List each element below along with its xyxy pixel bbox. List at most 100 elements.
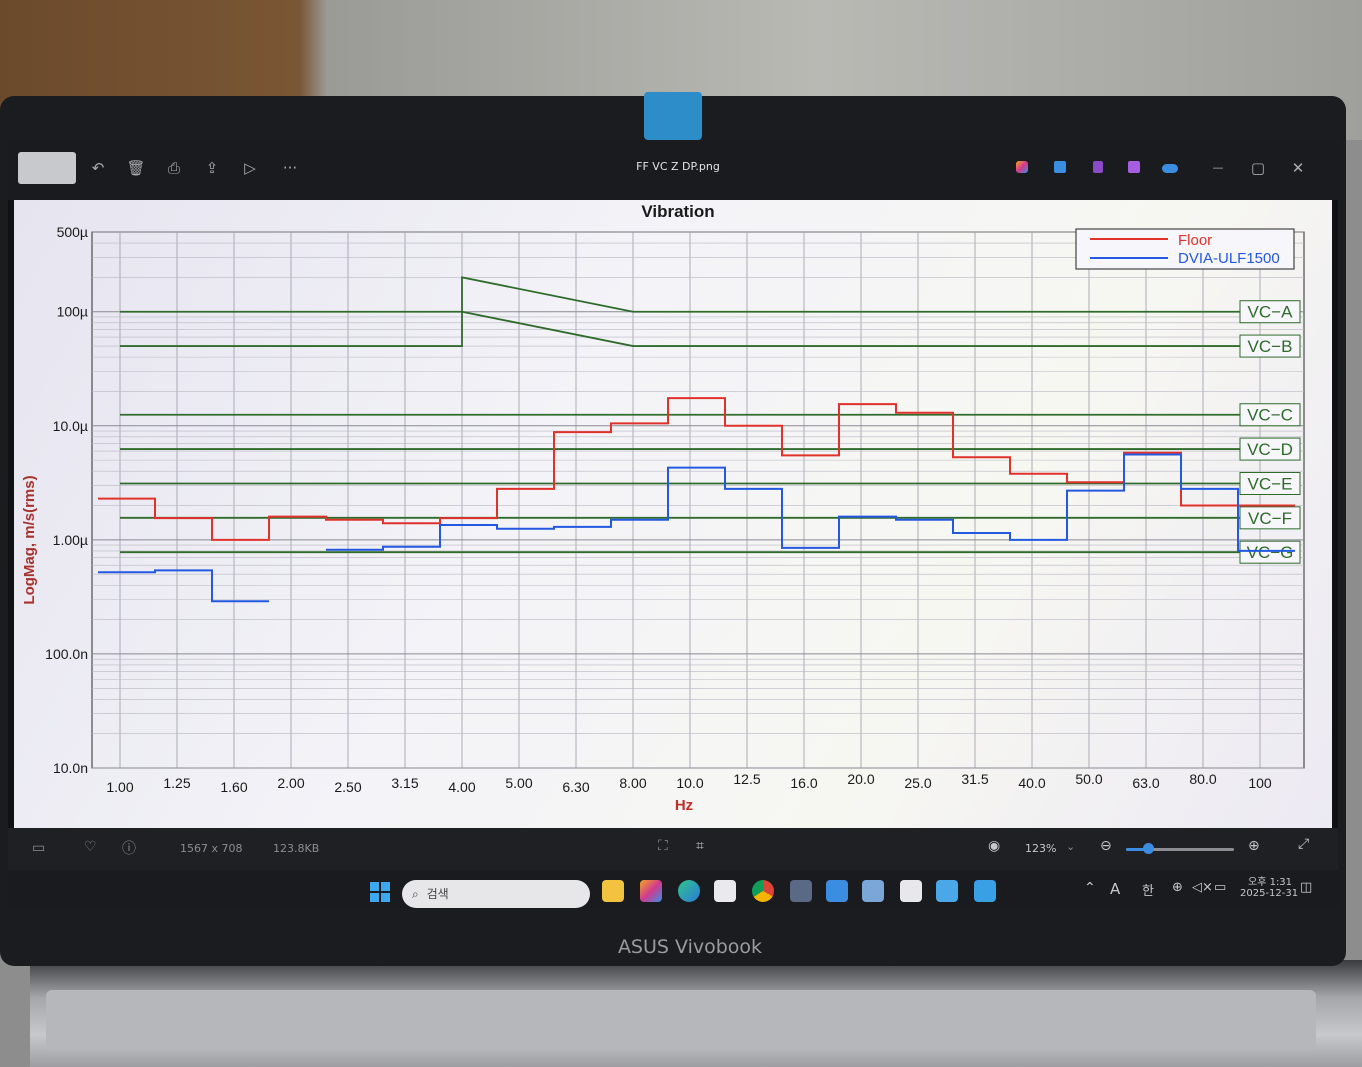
x-tick-label: 1.60	[220, 779, 247, 795]
x-axis-label: Hz	[675, 797, 693, 814]
x-tick-label: 31.5	[961, 771, 988, 787]
close-icon[interactable]: ✕	[1288, 158, 1308, 178]
vc-label: VC−B	[1248, 337, 1293, 356]
vc-label: VC−F	[1248, 509, 1292, 528]
x-tick-label: 5.00	[505, 775, 532, 791]
image-viewer[interactable]: Vibration VC−A VC−B VC−C VC−D VC−E VC−F VC−G 1…	[14, 200, 1332, 828]
maximize-icon[interactable]: ▢	[1248, 158, 1268, 178]
vc-label: VC−E	[1248, 474, 1293, 493]
copilot-icon[interactable]	[1012, 158, 1032, 178]
fit-to-window-icon[interactable]: ⛶	[658, 838, 668, 854]
x-tick-label: 12.5	[733, 771, 760, 787]
copilot-app-icon[interactable]	[640, 880, 662, 902]
more-icon[interactable]: ···	[280, 158, 300, 178]
zoom-slider-knob[interactable]	[1142, 843, 1154, 854]
thumbnail-icon[interactable]	[18, 152, 76, 184]
zoom-in-icon[interactable]: ⊕	[1248, 838, 1260, 854]
snipping-icon[interactable]	[862, 880, 884, 902]
slideshow-icon[interactable]: ▷	[240, 158, 260, 178]
x-tick-label: 3.15	[391, 775, 418, 791]
y-tick-label: 500µ	[57, 224, 88, 240]
x-tick-label: 80.0	[1189, 771, 1216, 787]
edge-icon[interactable]	[678, 880, 700, 902]
ime-mode[interactable]: A	[1110, 880, 1120, 898]
notification-icon[interactable]: ◫	[1300, 880, 1312, 895]
x-tick-label: 16.0	[790, 775, 817, 791]
chrome-icon[interactable]	[752, 880, 774, 902]
series-line-dvia	[98, 569, 269, 603]
x-axis-ticks: 1.00 1.25 1.60 2.00 2.50 3.15 4.00 5.00 6.30 8.00…	[106, 771, 1272, 795]
laptop-keyboard-edge	[46, 990, 1316, 1050]
minimize-icon[interactable]: —	[1208, 158, 1228, 178]
y-tick-label: 10.0µ	[53, 418, 88, 434]
filmstrip-icon[interactable]: ▭	[32, 840, 45, 856]
tray-chevron-icon[interactable]: ⌃	[1084, 880, 1096, 896]
vc-label: VC−C	[1247, 406, 1293, 425]
search-placeholder: 검색	[426, 887, 449, 901]
battery-icon[interactable]: ▭	[1214, 880, 1226, 895]
x-tick-label: 50.0	[1075, 771, 1102, 787]
y-tick-label: 1.00µ	[53, 532, 88, 548]
x-tick-label: 1.00	[106, 779, 133, 795]
network-icon[interactable]: ⊕	[1172, 880, 1183, 895]
start-icon[interactable]	[370, 882, 390, 902]
chart-series	[98, 397, 1295, 603]
favorite-icon[interactable]: ♡	[84, 839, 97, 855]
share-icon[interactable]: ⇪	[202, 158, 222, 178]
photos-icon[interactable]	[936, 880, 958, 902]
undo-icon[interactable]: ↶	[88, 158, 108, 178]
clock-time[interactable]: 오후 1:31	[1248, 873, 1292, 888]
screen: ↶ 🗑 ⎙ ⇪ ▷ ··· FF VC Z DP.png — ▢ ✕ Vibra…	[8, 140, 1338, 910]
ime-language[interactable]: 한	[1142, 880, 1154, 899]
title-bar: ↶ 🗑 ⎙ ⇪ ▷ ··· FF VC Z DP.png — ▢ ✕	[8, 140, 1338, 200]
info-icon[interactable]: ⓘ	[122, 838, 136, 858]
webcam-cover	[644, 92, 702, 140]
vc-label: VC−A	[1248, 303, 1294, 322]
laptop-brand: ASUS Vivobook	[617, 936, 763, 958]
vc-criteria-lines: VC−A VC−B VC−C VC−D VC−E VC−F VC−G	[120, 276, 1301, 564]
edit-icon[interactable]	[1050, 158, 1070, 178]
taskbar-search[interactable]: ⌕ 검색	[402, 880, 590, 908]
file-size: 123.8KB	[273, 842, 320, 855]
chart-legend: Floor DVIA-ULF1500	[1075, 228, 1295, 270]
clock-date[interactable]: 2025-12-31	[1240, 888, 1298, 899]
y-axis-ticks: 10.0n 100.0n 1.00µ 10.0µ 100µ 500µ	[45, 224, 88, 776]
vc-label: VC−D	[1247, 440, 1293, 459]
x-tick-label: 25.0	[904, 775, 931, 791]
zoom-out-icon[interactable]: ⊖	[1100, 838, 1112, 854]
photos-active-icon[interactable]	[974, 880, 996, 902]
measure-app-icon[interactable]	[900, 880, 922, 902]
window-title: FF VC Z DP.png	[636, 160, 720, 173]
clipchamp-icon[interactable]	[1124, 158, 1144, 178]
x-tick-label: 1.25	[163, 775, 190, 791]
print-icon[interactable]: ⎙	[164, 158, 184, 178]
x-tick-label: 10.0	[676, 775, 703, 791]
y-tick-label: 10.0n	[53, 760, 88, 776]
file-explorer-icon[interactable]	[602, 880, 624, 902]
x-tick-label: 2.50	[334, 779, 361, 795]
taskbar: ⌕ 검색 ⌃ A 한 ⊕ ◁× ▭ 오후 1:31 2025-12-31 ◫	[8, 870, 1338, 910]
delete-icon[interactable]: 🗑	[126, 158, 146, 178]
x-tick-label: 8.00	[619, 775, 646, 791]
chart-title: Vibration	[641, 202, 714, 221]
onedrive-icon[interactable]	[1160, 158, 1180, 178]
screenshot-icon[interactable]: ◉	[988, 838, 1000, 854]
volume-icon[interactable]: ◁×	[1192, 880, 1213, 895]
fullscreen-icon[interactable]: ⤢	[1298, 836, 1309, 852]
viewer-status-bar: ▭ ♡ ⓘ 1567 x 708 123.8KB ⛶ ⌗ ◉ 123% ⌄ ⊖ …	[8, 828, 1338, 870]
store-icon[interactable]	[714, 880, 736, 902]
x-tick-label: 2.00	[277, 775, 304, 791]
x-tick-label: 6.30	[562, 779, 589, 795]
app-icon[interactable]	[1088, 158, 1108, 178]
x-tick-label: 4.00	[448, 779, 475, 795]
x-tick-label: 20.0	[847, 771, 874, 787]
y-tick-label: 100.0n	[45, 646, 88, 662]
zoom-level[interactable]: 123%	[1025, 842, 1056, 855]
scan-text-icon[interactable]: ⌗	[696, 838, 704, 854]
vc-line	[120, 276, 1244, 313]
image-dimensions: 1567 x 708	[180, 842, 243, 855]
chevron-down-icon[interactable]: ⌄	[1066, 840, 1075, 853]
calculator-icon[interactable]	[790, 880, 812, 902]
series-line-dvia	[326, 453, 1295, 552]
notepad-icon[interactable]	[826, 880, 848, 902]
